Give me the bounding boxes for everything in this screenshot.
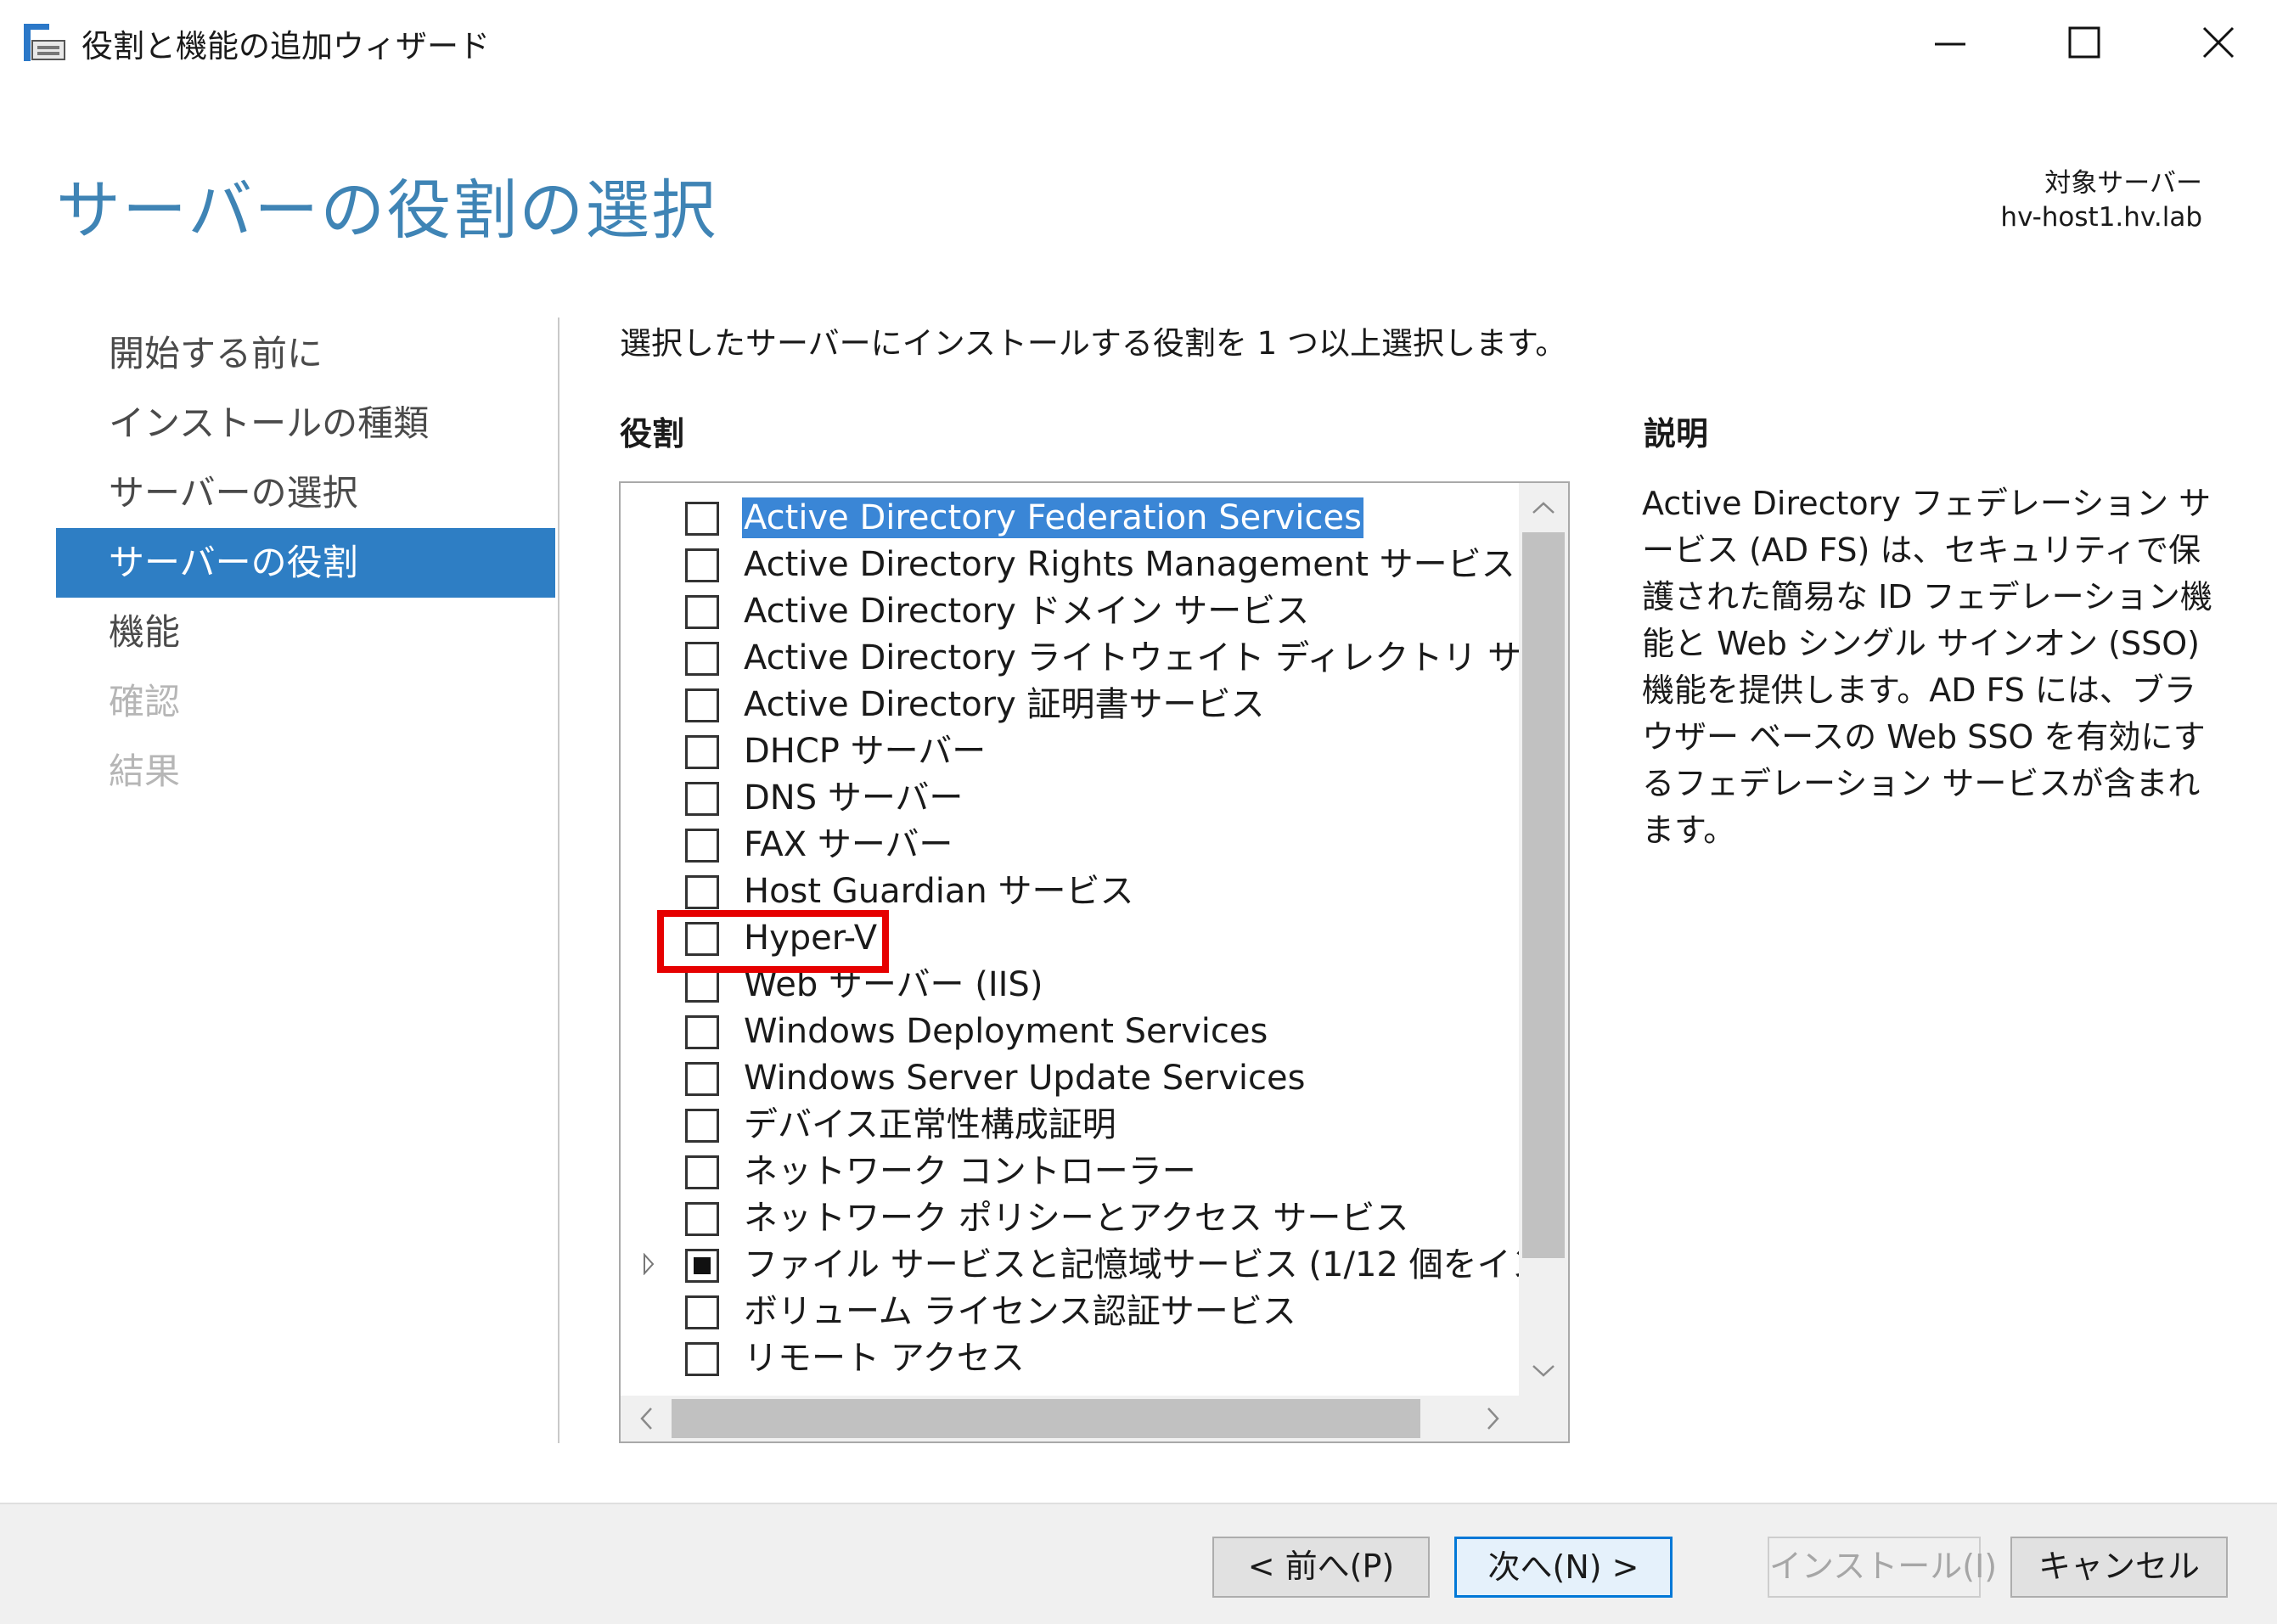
role-checkbox[interactable]: [685, 642, 719, 676]
scroll-right-icon[interactable]: [1468, 1396, 1519, 1441]
role-item-adds[interactable]: Active Directory ドメイン サービス: [621, 589, 1519, 636]
nav-item-before-you-begin[interactable]: 開始する前に: [56, 319, 555, 389]
role-item-adrms[interactable]: Active Directory Rights Management サービス: [621, 542, 1519, 589]
role-item-hyper-v[interactable]: Hyper-V: [621, 916, 1519, 963]
role-checkbox[interactable]: [685, 1109, 719, 1143]
nav-divider: [558, 317, 559, 1443]
description-heading: 説明: [1644, 415, 1709, 452]
role-checkbox[interactable]: [685, 1249, 719, 1283]
nav-item-confirmation: 確認: [109, 681, 181, 722]
title-bar: 役割と機能の追加ウィザード: [0, 0, 2277, 85]
role-label: Active Directory Rights Management サービス: [744, 545, 1515, 584]
role-label: Active Directory Federation Services: [742, 497, 1363, 538]
horizontal-scrollbar[interactable]: [621, 1396, 1568, 1441]
instruction-text: 選択したサーバーにインストールする役割を 1 つ以上選択します。: [620, 325, 1567, 362]
roles-list[interactable]: Active Directory Federation Services Act…: [619, 481, 1570, 1443]
role-checkbox[interactable]: [685, 595, 719, 629]
page-title: サーバーの役割の選択: [56, 172, 718, 248]
role-checkbox[interactable]: [685, 1202, 719, 1236]
nav-item-server-roles[interactable]: サーバーの役割: [56, 528, 555, 598]
role-checkbox[interactable]: [685, 548, 719, 582]
nav-item-server-selection[interactable]: サーバーの選択: [56, 458, 555, 528]
horizontal-scroll-thumb[interactable]: [672, 1399, 1420, 1438]
wizard-window: 役割と機能の追加ウィザード サーバーの役割の選択 対象サーバー hv-host1…: [0, 0, 2277, 1624]
role-label: ネットワーク ポリシーとアクセス サービス: [744, 1199, 1409, 1238]
role-checkbox[interactable]: [685, 688, 719, 722]
role-checkbox[interactable]: [685, 735, 719, 769]
role-label: Host Guardian サービス: [744, 872, 1134, 911]
role-label: Hyper-V: [744, 919, 878, 958]
role-label: Web サーバー (IIS): [744, 965, 1043, 1004]
vertical-scroll-thumb[interactable]: [1522, 532, 1565, 1258]
role-label: ネットワーク コントローラー: [744, 1152, 1196, 1191]
scroll-down-icon[interactable]: [1519, 1346, 1568, 1396]
role-item-wds[interactable]: Windows Deployment Services: [621, 1009, 1519, 1056]
window-title: 役割と機能の追加ウィザード: [82, 28, 490, 65]
role-checkbox[interactable]: [685, 922, 719, 956]
role-item-wsus[interactable]: Windows Server Update Services: [621, 1056, 1519, 1103]
role-item-device-health[interactable]: デバイス正常性構成証明: [621, 1103, 1519, 1149]
role-checkbox[interactable]: [685, 829, 719, 863]
role-item-vamt[interactable]: ボリューム ライセンス認証サービス: [621, 1290, 1519, 1336]
role-item-file-storage[interactable]: ファイル サービスと記憶域サービス (1/12 個をインストール済み): [621, 1243, 1519, 1290]
role-label: Windows Deployment Services: [744, 1012, 1268, 1051]
minimize-button[interactable]: [1886, 0, 2014, 85]
roles-list-items: Active Directory Federation Services Act…: [621, 496, 1519, 1396]
role-checkbox[interactable]: [685, 969, 719, 1003]
previous-button[interactable]: < 前へ(P): [1212, 1537, 1430, 1598]
wizard-steps-nav: 開始する前に インストールの種類 サーバーの選択 サーバーの役割 機能 確認 結…: [56, 319, 555, 806]
role-item-dhcp[interactable]: DHCP サーバー: [621, 729, 1519, 776]
role-label: Active Directory ライトウェイト ディレクトリ サービス: [744, 638, 1519, 677]
nav-item-results: 結果: [109, 750, 181, 792]
role-label: Active Directory ドメイン サービス: [744, 592, 1310, 631]
role-checkbox[interactable]: [685, 1295, 719, 1329]
role-label: DHCP サーバー: [744, 732, 987, 771]
close-button[interactable]: [2155, 0, 2277, 85]
install-button: インストール(I): [1768, 1537, 1997, 1598]
server-manager-icon: [22, 22, 66, 65]
role-item-adfs[interactable]: Active Directory Federation Services: [621, 496, 1519, 542]
role-checkbox[interactable]: [685, 1015, 719, 1049]
role-checkbox[interactable]: [685, 1342, 719, 1376]
role-checkbox[interactable]: [685, 502, 719, 536]
vertical-scrollbar[interactable]: [1519, 483, 1568, 1396]
role-item-fax[interactable]: FAX サーバー: [621, 823, 1519, 869]
role-item-host-guardian[interactable]: Host Guardian サービス: [621, 869, 1519, 916]
role-label: DNS サーバー: [744, 778, 964, 818]
role-label: Active Directory 証明書サービス: [744, 685, 1265, 724]
role-label: ボリューム ライセンス認証サービス: [744, 1292, 1296, 1331]
expand-arrow-icon[interactable]: [643, 1252, 655, 1276]
role-label: ファイル サービスと記憶域サービス (1/12 個をインストール済み): [744, 1245, 1519, 1284]
next-button[interactable]: 次へ(N) >: [1454, 1537, 1673, 1598]
target-server-label: 対象サーバー: [2044, 168, 2202, 199]
cancel-button[interactable]: キャンセル: [2010, 1537, 2228, 1598]
role-label: FAX サーバー: [744, 825, 953, 864]
role-item-remote-access[interactable]: リモート アクセス: [621, 1336, 1519, 1383]
role-item-network-controller[interactable]: ネットワーク コントローラー: [621, 1149, 1519, 1196]
role-item-adlds[interactable]: Active Directory ライトウェイト ディレクトリ サービス: [621, 636, 1519, 683]
role-checkbox[interactable]: [685, 1155, 719, 1189]
role-label: デバイス正常性構成証明: [744, 1105, 1116, 1144]
role-checkbox[interactable]: [685, 875, 719, 909]
scroll-up-icon[interactable]: [1519, 483, 1568, 532]
role-item-adcs[interactable]: Active Directory 証明書サービス: [621, 683, 1519, 729]
nav-item-features[interactable]: 機能: [56, 598, 555, 667]
nav-item-installation-type[interactable]: インストールの種類: [56, 389, 555, 458]
role-checkbox[interactable]: [685, 782, 719, 816]
role-label: Windows Server Update Services: [744, 1059, 1306, 1098]
target-server-value: hv-host1.hv.lab: [2000, 202, 2202, 233]
role-item-npas[interactable]: ネットワーク ポリシーとアクセス サービス: [621, 1196, 1519, 1243]
role-label: リモート アクセス: [744, 1339, 1025, 1378]
roles-heading: 役割: [620, 415, 685, 452]
role-checkbox[interactable]: [685, 1062, 719, 1096]
maximize-button[interactable]: [2021, 0, 2148, 85]
role-item-dns[interactable]: DNS サーバー: [621, 776, 1519, 823]
role-item-iis[interactable]: Web サーバー (IIS): [621, 963, 1519, 1009]
role-description: Active Directory フェデレーション サービス (AD FS) は…: [1642, 485, 2212, 849]
scroll-left-icon[interactable]: [621, 1396, 672, 1441]
